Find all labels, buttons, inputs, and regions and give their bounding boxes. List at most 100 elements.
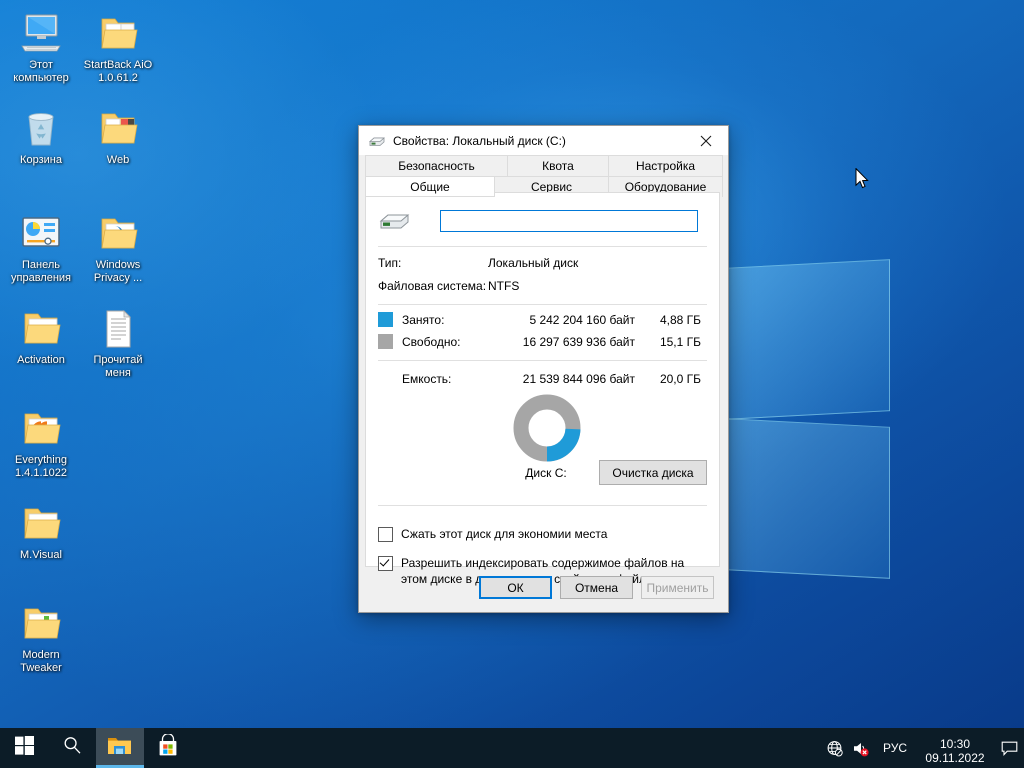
system-tray: РУС 10:30 09.11.2022 [822,728,1024,768]
filesystem-value: NTFS [488,279,519,293]
desktop-icon-label: ModernTweaker [2,649,80,675]
capacity-bytes: 21 539 844 096 байт [503,372,635,386]
folder-icon [17,600,65,646]
network-disconnected-icon[interactable] [822,740,848,757]
capacity-gb: 20,0 ГБ [635,372,701,386]
compress-checkbox-row[interactable]: Сжать этот диск для экономии места [366,526,719,542]
type-row: Тип: Локальный диск [366,256,719,270]
used-color-swatch [378,312,393,327]
monitor-icon [17,10,65,56]
tab-general[interactable]: Общие [365,176,495,197]
clock[interactable]: 10:30 09.11.2022 [916,732,994,765]
folder-icon [94,210,142,256]
free-bytes: 16 297 639 936 байт [503,335,635,349]
mouse-cursor [855,168,869,189]
desktop-icon-label: WindowsPrivacy ... [79,259,157,285]
compress-checkbox-label: Сжать этот диск для экономии места [401,526,607,542]
clock-date: 09.11.2022 [916,751,994,765]
free-color-swatch [378,334,393,349]
folder-icon [17,405,65,451]
disk-drive-icon [378,207,412,235]
desktop-icon-readme[interactable]: Прочитайменя [79,305,157,380]
apply-button[interactable]: Применить [641,576,714,599]
taskbar: РУС 10:30 09.11.2022 [0,728,1024,768]
logo-pane-top-right [706,259,890,421]
disk-usage-donut [513,394,581,462]
type-key: Тип: [378,256,488,270]
desktop-icon-m-visual[interactable]: M.Visual [2,500,80,562]
disk-caption: Диск C: [476,466,616,480]
control-panel-icon [17,210,65,256]
desktop-icon-label: StartBack AiO1.0.61.2 [79,59,157,85]
desktop-icon-this-pc[interactable]: Этоткомпьютер [2,10,80,85]
tab-security[interactable]: Безопасность [365,155,508,176]
desktop-icon-recycle-bin[interactable]: Корзина [2,105,80,167]
folder-icon [94,10,142,56]
dialog-title: Свойства: Локальный диск (C:) [393,134,566,148]
free-label: Свободно: [402,335,503,349]
close-icon[interactable] [683,126,728,155]
dialog-titlebar[interactable]: Свойства: Локальный диск (C:) [359,126,728,155]
document-icon [94,305,142,351]
used-bytes: 5 242 204 160 байт [503,313,635,327]
capacity-row: Емкость: 21 539 844 096 байт 20,0 ГБ [366,372,719,386]
cancel-button[interactable]: Отмена [560,576,633,599]
desktop-icon-label: Корзина [2,154,80,167]
folder-icon [107,735,133,762]
tab-page-general: Тип: Локальный диск Файловая система: NT… [365,192,720,567]
disk-drive-icon [368,133,386,149]
desktop-icon-modern-tweaker[interactable]: ModernTweaker [2,600,80,675]
desktop-icon-windows-privacy[interactable]: WindowsPrivacy ... [79,210,157,285]
desktop-icon-label: Прочитайменя [79,354,157,380]
desktop-icon-web-folder[interactable]: Web [79,105,157,167]
free-space-row: Свободно: 16 297 639 936 байт 15,1 ГБ [366,334,719,349]
clock-time: 10:30 [916,737,994,751]
divider [378,360,707,361]
folder-icon [94,105,142,151]
desktop-icon-label: Web [79,154,157,167]
free-gb: 15,1 ГБ [635,335,701,349]
windows-start-icon [15,736,34,760]
desktop-icon-label: Этоткомпьютер [2,59,80,85]
taskbar-item-file-explorer[interactable] [96,728,144,768]
index-checkbox[interactable] [378,556,393,571]
type-value: Локальный диск [488,256,578,270]
ok-button[interactable]: ОК [479,576,552,599]
dialog-button-bar: ОК Отмена Применить [359,576,728,599]
language-indicator[interactable]: РУС [874,741,916,755]
disk-properties-dialog: Свойства: Локальный диск (C:) Безопаснос… [358,125,729,613]
desktop-icon-everything[interactable]: Everything1.4.1.1022 [2,405,80,480]
volume-label-row [366,193,719,235]
folder-icon [17,305,65,351]
desktop-icon-control-panel[interactable]: Панельуправления [2,210,80,285]
search-icon [63,736,82,760]
disk-cleanup-button[interactable]: Очистка диска [599,460,707,485]
start-button[interactable] [0,728,48,768]
store-icon [156,734,180,763]
desktop-icon-label: Activation [2,354,80,367]
tab-settings[interactable]: Настройка [608,155,723,176]
tab-row-secondary: Безопасность Квота Настройка [365,155,722,176]
filesystem-key: Файловая система: [378,279,488,293]
volume-label-input[interactable] [440,210,698,232]
divider [378,304,707,305]
used-gb: 4,88 ГБ [635,313,701,327]
filesystem-row: Файловая система: NTFS [366,279,719,293]
taskbar-item-microsoft-store[interactable] [144,728,192,768]
search-button[interactable] [48,728,96,768]
desktop-icon-startback-aio[interactable]: StartBack AiO1.0.61.2 [79,10,157,85]
compress-checkbox[interactable] [378,527,393,542]
divider [378,246,707,247]
used-label: Занято: [402,313,503,327]
dialog-tabstrip: Безопасность Квота Настройка Общие Серви… [365,155,722,197]
tab-quota[interactable]: Квота [507,155,609,176]
desktop-icon-activation[interactable]: Activation [2,305,80,367]
notification-icon[interactable] [994,741,1024,756]
recycle-bin-icon [17,105,65,151]
divider [378,505,707,506]
desktop-icon-label: Панельуправления [2,259,80,285]
used-space-row: Занято: 5 242 204 160 байт 4,88 ГБ [366,312,719,327]
speaker-muted-icon[interactable] [848,740,874,757]
capacity-label: Емкость: [378,372,503,386]
desktop-icon-label: M.Visual [2,549,80,562]
